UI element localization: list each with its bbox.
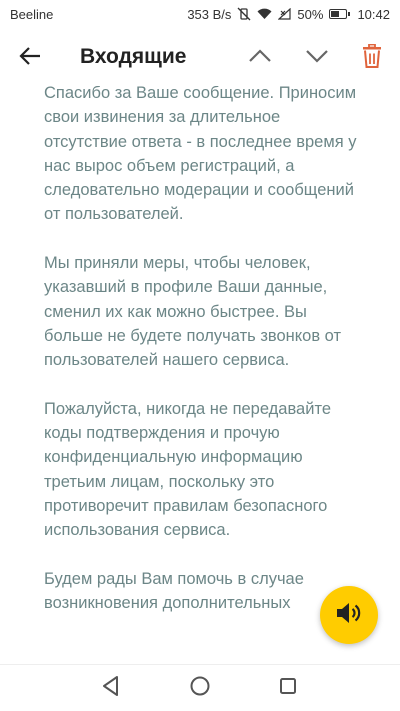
square-recent-icon [278,676,298,701]
message-paragraph: Будем рады Вам помочь в случае возникнов… [44,569,304,613]
system-nav-bar [0,664,400,711]
app-bar: Входящие [0,28,400,86]
speaker-icon [335,601,363,630]
previous-message-button[interactable] [243,41,277,75]
system-back-button[interactable] [98,675,124,701]
message-paragraph: Пожалуйста, никогда не передавайте коды … [44,399,332,540]
wifi-icon [257,8,272,20]
status-left: Beeline [10,7,53,22]
battery-percent: 50% [297,6,324,22]
read-aloud-button[interactable] [320,586,378,644]
status-right: 353 B/s 50% 10:42 [187,7,390,22]
back-button[interactable] [14,42,46,74]
system-recent-apps-button[interactable] [275,675,301,701]
message-paragraph: Мы приняли меры, чтобы человек, указавши… [44,254,342,370]
status-bar: Beeline 353 B/s 50% 10:42 [0,0,400,28]
triangle-back-icon [101,675,121,702]
chevron-up-icon [248,48,272,68]
message-content[interactable]: Спасибо за Ваше сообщение. Приносим свои… [0,86,400,664]
page-title: Входящие [80,45,187,68]
system-home-button[interactable] [187,675,213,701]
delete-button[interactable] [355,41,389,75]
arrow-left-icon [19,46,41,70]
net-speed: 353 B/s [187,6,232,22]
battery-icon [329,9,351,19]
message-body: Спасибо за Ваше сообщение. Приносим свои… [44,86,364,640]
circle-home-icon [189,675,211,702]
signal-icon [278,8,292,20]
vibrate-off-icon [237,7,251,21]
message-paragraph: Спасибо за Ваше сообщение. Приносим свои… [44,86,357,224]
trash-icon [362,43,382,73]
chevron-down-icon [305,49,329,68]
carrier-name: Beeline [10,6,54,22]
clock-time: 10:42 [357,6,390,22]
next-message-button[interactable] [300,41,334,75]
